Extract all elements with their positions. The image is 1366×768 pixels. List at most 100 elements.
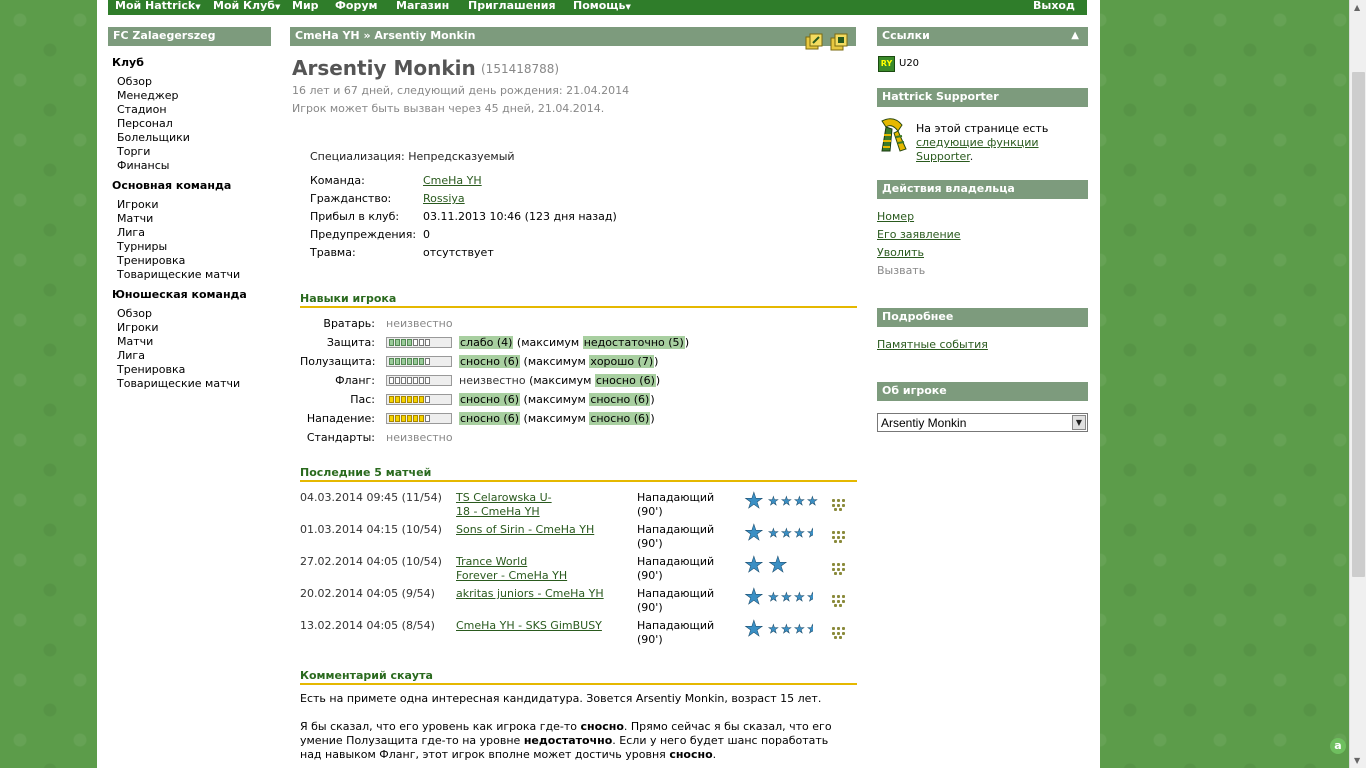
skill-bar-segment	[425, 396, 430, 403]
breadcrumb-player: Arsentiy Monkin	[374, 29, 476, 42]
skill-bar-segment	[419, 377, 424, 384]
match-details-icon[interactable]	[832, 499, 846, 511]
links-box-header[interactable]: Ссылки ▲	[877, 27, 1088, 46]
owner-link-number[interactable]: Номер	[877, 210, 914, 223]
match-date: 04.03.2014 09:45 (11/54)	[300, 491, 442, 504]
owner-link-statement[interactable]: Его заявление	[877, 228, 961, 241]
sidebar-link[interactable]: Персонал	[112, 117, 173, 130]
nav-my-hattrick[interactable]: Мой Hattrick▼	[115, 0, 201, 13]
match-details-icon[interactable]	[832, 627, 846, 639]
breadcrumb-separator: »	[363, 29, 371, 42]
nav-invitations[interactable]: Приглашения	[468, 0, 556, 12]
star-icon: ★	[781, 494, 792, 508]
match-link[interactable]: akritas juniors - CmeHa YH	[456, 587, 604, 600]
match-details-icon[interactable]	[832, 595, 846, 607]
sidebar-link[interactable]: Матчи	[112, 335, 153, 348]
sidebar-link[interactable]: Товарищеские матчи	[112, 268, 240, 281]
scout-section-title: Комментарий скаута	[300, 669, 857, 685]
half-star-icon: ★	[807, 591, 813, 603]
skill-max-suffix: )	[650, 412, 655, 425]
more-box-header: Подробнее	[877, 308, 1088, 327]
match-details-icon[interactable]	[832, 531, 846, 543]
match-link[interactable]: CmeHa YH - SKS GimBUSY	[456, 619, 602, 632]
compare-icon[interactable]	[830, 33, 848, 51]
sidebar-link[interactable]: Игроки	[112, 198, 159, 211]
collapse-up-icon[interactable]: ▲	[1071, 27, 1079, 45]
nav-forum[interactable]: Форум	[335, 0, 378, 12]
sidebar-link[interactable]: Болельщики	[112, 131, 190, 144]
info-link[interactable]: CmeHa YH	[423, 174, 482, 187]
club-name-header[interactable]: FC Zalaegerszeg	[108, 27, 271, 46]
scroll-down-icon[interactable]: ▼	[1354, 756, 1360, 765]
half-star-icon: ★	[807, 623, 813, 635]
breadcrumb-team[interactable]: CmeHa YH	[295, 29, 360, 42]
match-position: Нападающий	[637, 555, 715, 568]
star-icon: ★	[781, 590, 792, 604]
match-link[interactable]: 18 - CmeHa YH	[456, 505, 540, 518]
sidebar-link[interactable]: Лига	[112, 226, 145, 239]
sidebar-link[interactable]: Тренировка	[112, 363, 185, 376]
u20-flag-icon[interactable]: RY	[878, 56, 895, 72]
chevron-down-icon: ▼	[195, 3, 201, 11]
match-position: Нападающий	[637, 491, 715, 504]
sidebar-link[interactable]: Торги	[112, 145, 150, 158]
chevron-down-icon: ▼	[625, 3, 631, 11]
sidebar-link[interactable]: Стадион	[112, 103, 167, 116]
owner-link-fire[interactable]: Уволить	[877, 246, 924, 259]
match-link[interactable]: TS Celarowska U-	[456, 491, 552, 504]
skill-bar-segment	[407, 358, 412, 365]
sidebar-link[interactable]: Турниры	[112, 240, 167, 253]
sidebar-link[interactable]: Обзор	[112, 307, 152, 320]
match-link[interactable]: Forever - CmeHa YH	[456, 569, 567, 582]
match-date: 20.02.2014 04:05 (9/54)	[300, 587, 435, 600]
nav-help[interactable]: Помощь▼	[573, 0, 631, 13]
nav-my-club[interactable]: Мой Клуб▼	[213, 0, 280, 13]
match-link[interactable]: Trance World	[456, 555, 527, 568]
logout-link[interactable]: Выход	[1033, 0, 1075, 12]
transfer-icon[interactable]	[805, 33, 823, 51]
sidebar-link[interactable]: Матчи	[112, 212, 153, 225]
sidebar-link[interactable]: Игроки	[112, 321, 159, 334]
u20-link[interactable]: U20	[899, 58, 919, 69]
skill-bar-segment	[419, 396, 424, 403]
big-star-icon: ★	[744, 585, 764, 610]
scrollbar-thumb[interactable]	[1352, 72, 1365, 577]
nav-world[interactable]: Мир	[292, 0, 319, 12]
sidebar-link[interactable]: Лига	[112, 349, 145, 362]
extension-icon[interactable]: a	[1330, 738, 1346, 754]
skill-value-line: сносно (6) (максимум сносно (6))	[459, 412, 655, 425]
nav-shop[interactable]: Магазин	[396, 0, 449, 12]
sidebar-link[interactable]: Финансы	[112, 159, 169, 172]
skill-label: Полузащита:	[300, 355, 376, 368]
info-link[interactable]: Rossiya	[423, 192, 465, 205]
player-select[interactable]: Arsentiy Monkin ▼	[877, 413, 1088, 432]
supporter-link-line: Supporter.	[916, 150, 974, 163]
skill-bar-segment	[401, 339, 406, 346]
skill-bar-segment	[419, 415, 424, 422]
match-details-icon[interactable]	[832, 563, 846, 575]
matches-section-title: Последние 5 матчей	[300, 466, 857, 482]
skill-max-suffix: )	[684, 336, 690, 349]
select-arrow-icon[interactable]: ▼	[1072, 415, 1086, 430]
supporter-features-link[interactable]: следующие функции	[916, 136, 1039, 149]
skill-label: Пас:	[350, 393, 375, 406]
supporter-link[interactable]: Supporter	[916, 150, 970, 163]
memorable-events-link[interactable]: Памятные события	[877, 338, 988, 351]
sidebar-link[interactable]: Менеджер	[112, 89, 178, 102]
match-date: 01.03.2014 04:15 (10/54)	[300, 523, 442, 536]
sidebar-link[interactable]: Тренировка	[112, 254, 185, 267]
star-icon: ★	[768, 622, 779, 636]
skill-bar-segment	[413, 377, 418, 384]
skill-bar-segment	[395, 358, 400, 365]
sidebar-link[interactable]: Товарищеские матчи	[112, 377, 240, 390]
skill-bar-segment	[407, 396, 412, 403]
star-icon: ★	[781, 526, 792, 540]
scroll-up-icon[interactable]: ▲	[1354, 3, 1360, 12]
skill-bar-segment	[413, 415, 418, 422]
page-scrollbar[interactable]: ▲ ▼	[1349, 0, 1366, 768]
sidebar-link[interactable]: Обзор	[112, 75, 152, 88]
skill-max-suffix: )	[654, 355, 659, 368]
skill-bar-segment	[389, 339, 394, 346]
supporter-box-header: Hattrick Supporter	[877, 88, 1088, 107]
match-link[interactable]: Sons of Sirin - CmeHa YH	[456, 523, 594, 536]
